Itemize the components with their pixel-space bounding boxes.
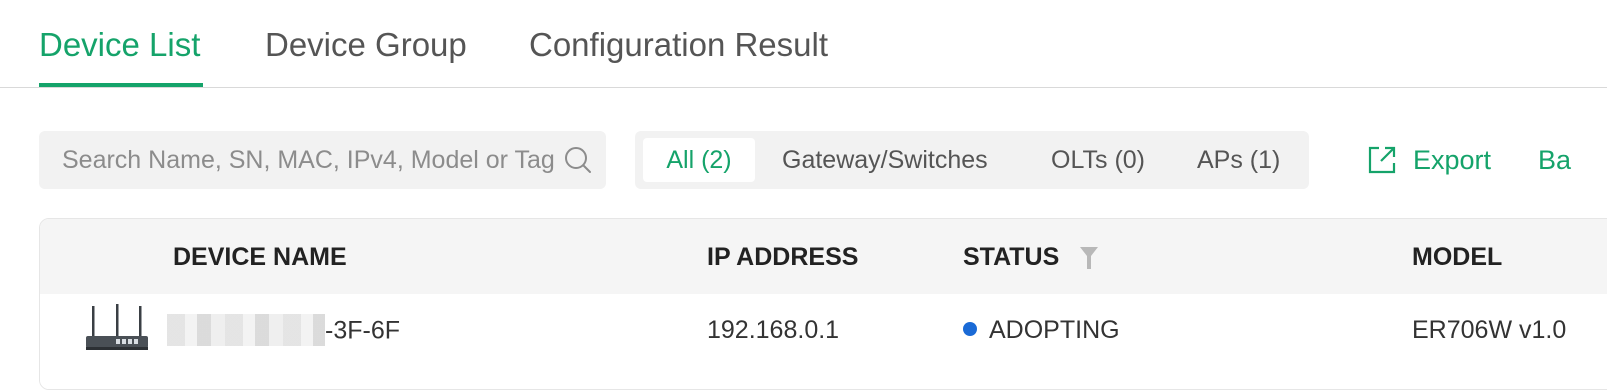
ip-address-cell: 192.168.0.1 <box>707 316 840 344</box>
device-name-suffix: -3F-6F <box>325 316 400 345</box>
batch-button[interactable]: Ba <box>1538 142 1571 178</box>
column-device-name[interactable]: DEVICE NAME <box>173 243 347 272</box>
model-cell: ER706W v1.0 <box>1412 316 1567 344</box>
filter-all[interactable]: All (2) <box>643 138 755 182</box>
export-label: Export <box>1413 144 1492 175</box>
filter-olts[interactable]: OLTs (0) <box>1051 138 1145 182</box>
filter-gateway-switches[interactable]: Gateway/Switches <box>782 138 988 182</box>
column-status[interactable]: STATUS <box>963 243 1059 272</box>
tab-bar: Device List Device Group Configuration R… <box>0 0 1607 88</box>
search-input[interactable] <box>39 131 559 189</box>
device-name-cell[interactable]: -3F-6F <box>167 314 400 348</box>
router-icon <box>86 304 148 350</box>
tab-configuration-result[interactable]: Configuration Result <box>529 26 828 64</box>
table-row[interactable]: -3F-6F 192.168.0.1 ADOPTING ER706W v1.0 <box>40 294 1607 389</box>
search-icon[interactable] <box>563 145 593 175</box>
redacted-device-name <box>167 314 325 346</box>
device-table: DEVICE NAME IP ADDRESS STATUS MODEL -3F-… <box>39 218 1607 390</box>
column-ip-address[interactable]: IP ADDRESS <box>707 243 858 272</box>
status-dot <box>963 322 977 337</box>
search-box <box>39 131 606 189</box>
status-text: ADOPTING <box>989 316 1120 344</box>
export-button[interactable]: Export <box>1367 142 1491 178</box>
table-header: DEVICE NAME IP ADDRESS STATUS MODEL <box>40 219 1607 294</box>
filter-icon[interactable] <box>1080 247 1098 269</box>
status-cell: ADOPTING <box>963 316 1120 345</box>
filter-aps[interactable]: APs (1) <box>1197 138 1280 182</box>
tab-device-list[interactable]: Device List <box>39 26 200 64</box>
column-model[interactable]: MODEL <box>1412 243 1502 272</box>
device-type-filter: All (2) Gateway/Switches OLTs (0) APs (1… <box>635 131 1309 189</box>
tab-device-group[interactable]: Device Group <box>265 26 467 64</box>
external-link-icon <box>1368 146 1396 174</box>
active-tab-indicator <box>39 83 203 87</box>
